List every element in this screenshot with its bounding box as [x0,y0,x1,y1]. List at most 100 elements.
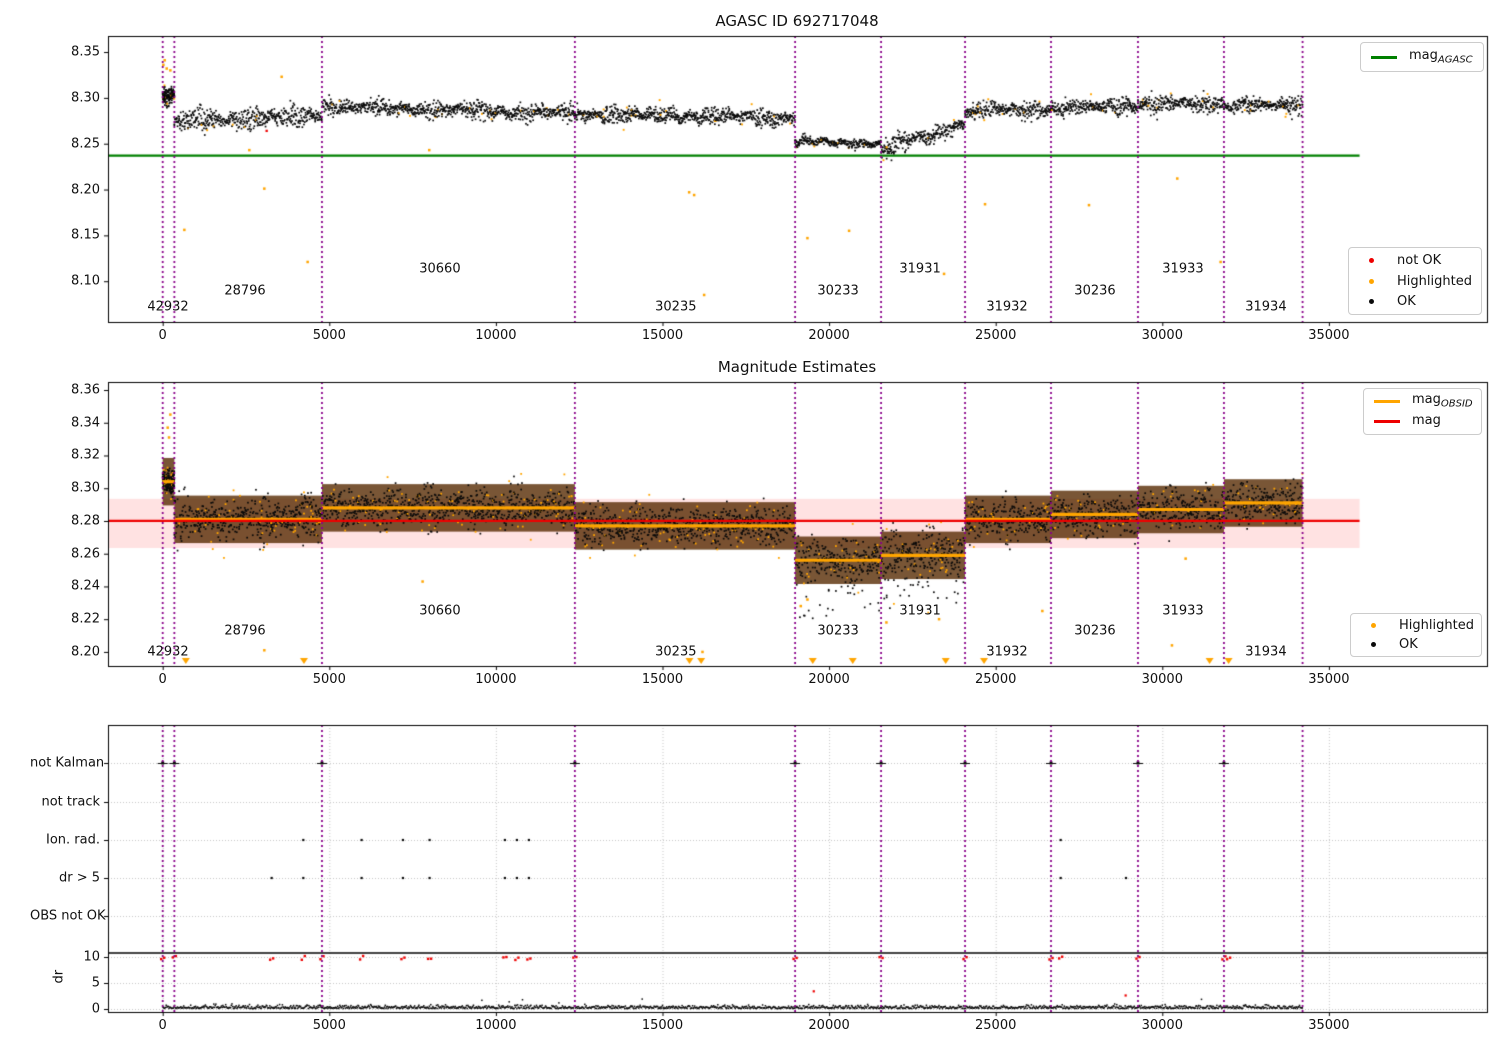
legend-mid-lines: magOBSID mag [1363,388,1482,435]
x-tick-label: 5000 [312,672,346,687]
legend-entry-ok: OK [1355,291,1475,312]
obsid-label: 31931 [899,261,941,277]
x-tick-label: 0 [158,1018,167,1033]
legend-mid-points: Highlighted OK [1350,613,1482,657]
x-tick-label: 25000 [975,1018,1017,1033]
legend-entry-mag-obsid: magOBSID [1370,391,1475,412]
obsid-label: 31934 [1245,299,1287,315]
dr-tick-label: 5 [91,975,100,991]
legend-label-mag: mag [1412,413,1441,431]
obsid-label: 30233 [817,283,859,299]
category-tick-label: OBS not OK [30,908,106,924]
legend-text: mag [1409,48,1438,64]
x-tick-label: 30000 [1141,672,1183,687]
legend-label-not-ok: not OK [1397,252,1442,268]
obsid-label: 30660 [419,603,461,619]
x-tick-label: 20000 [808,672,850,687]
x-tick-label: 15000 [641,1018,684,1033]
legend-label-highlighted: Highlighted [1397,273,1472,289]
legend-label-mag-agasc: magAGASC [1409,48,1473,66]
x-tick-label: 25000 [975,328,1017,343]
obsid-label: 31933 [1162,603,1204,619]
category-tick-label: not track [41,794,100,810]
y-tick-label: 8.30 [71,480,100,496]
legend-entry-mag: mag [1370,412,1475,433]
top-plot-title: AGASC ID 692717048 [715,12,879,30]
red-dot-swatch [1369,257,1374,263]
y-tick-label: 8.24 [71,578,100,594]
obsid-label: 30236 [1074,283,1116,299]
legend-label-ok: OK [1399,637,1418,652]
legend-label-ok: OK [1397,294,1416,310]
obsid-label: 30235 [655,299,697,315]
orange-dot-swatch [1371,623,1376,628]
x-tick-label: 25000 [975,672,1017,687]
y-tick-label: 8.10 [71,273,100,289]
y-tick-label: 8.32 [71,447,100,463]
x-tick-label: 10000 [475,672,517,687]
x-tick-label: 15000 [641,328,684,343]
obsid-label: 30660 [419,261,461,277]
y-tick-label: 8.35 [71,44,100,60]
legend-label-mag-obsid: magOBSID [1412,392,1473,410]
obsid-label: 31933 [1162,261,1204,277]
obsid-label: 42932 [147,644,189,660]
y-tick-label: 8.28 [71,513,100,529]
category-tick-label: Ion. rad. [46,832,100,848]
legend-entry-not-ok: not OK [1355,250,1475,271]
legend-top-points: not OK Highlighted OK [1348,247,1482,315]
orange-dot-swatch [1369,278,1374,284]
x-tick-label: 20000 [808,1018,850,1033]
legend-text: mag [1412,412,1441,428]
legend-text: mag [1412,392,1441,408]
category-tick-label: dr > 5 [58,870,100,886]
y-tick-label: 8.34 [71,415,100,431]
x-tick-label: 5000 [312,1018,346,1033]
x-tick-label: 0 [158,328,167,343]
x-tick-label: 20000 [808,328,850,343]
legend-mag-agasc: magAGASC [1360,42,1484,72]
category-tick-label: not Kalman [30,755,105,771]
y-tick-label: 8.22 [71,611,100,627]
x-tick-label: 30000 [1141,328,1183,343]
y-tick-label: 8.15 [71,227,100,243]
x-tick-label: 10000 [475,1018,517,1033]
legend-entry-mag-agasc: magAGASC [1367,46,1477,68]
black-dot-swatch [1371,642,1376,647]
obsid-label: 28796 [224,283,266,299]
black-dot-swatch [1369,299,1374,305]
obsid-label: 30236 [1074,623,1116,639]
obsid-label: 31934 [1245,644,1287,660]
red-line-swatch [1374,420,1400,424]
x-tick-label: 15000 [641,672,684,687]
x-tick-label: 5000 [312,328,346,343]
y-tick-label: 8.25 [71,136,100,152]
orange-line-swatch [1374,399,1400,403]
obsid-label: 31932 [986,644,1028,660]
figure: AGASC ID 692717048 Magnitude Estimates m… [0,0,1500,1050]
y-tick-label: 8.20 [71,182,100,198]
dr-tick-label: 10 [83,949,100,965]
x-tick-label: 30000 [1141,1018,1183,1033]
y-tick-label: 8.30 [71,90,100,106]
y-tick-label: 8.36 [71,382,100,398]
x-tick-label: 35000 [1308,328,1350,343]
x-tick-label: 35000 [1308,672,1350,687]
x-tick-label: 0 [158,672,167,687]
y-tick-label: 8.20 [71,644,100,660]
obsid-label: 28796 [224,623,266,639]
legend-entry-highlighted: Highlighted [1355,271,1475,292]
middle-plot-title: Magnitude Estimates [717,358,877,376]
x-tick-label: 10000 [475,328,517,343]
obsid-label: 31931 [899,603,941,619]
obsid-label: 31932 [986,299,1028,315]
obsid-label: 30235 [655,644,697,660]
chart-canvas [0,0,1500,1050]
obsid-label: 42932 [147,299,189,315]
legend-entry-ok: OK [1357,635,1475,654]
legend-label-highlighted: Highlighted [1399,618,1474,633]
legend-subscript: AGASC [1437,54,1473,66]
y-tick-label: 8.26 [71,546,100,562]
legend-subscript: OBSID [1440,399,1473,411]
green-line-swatch [1371,55,1397,59]
